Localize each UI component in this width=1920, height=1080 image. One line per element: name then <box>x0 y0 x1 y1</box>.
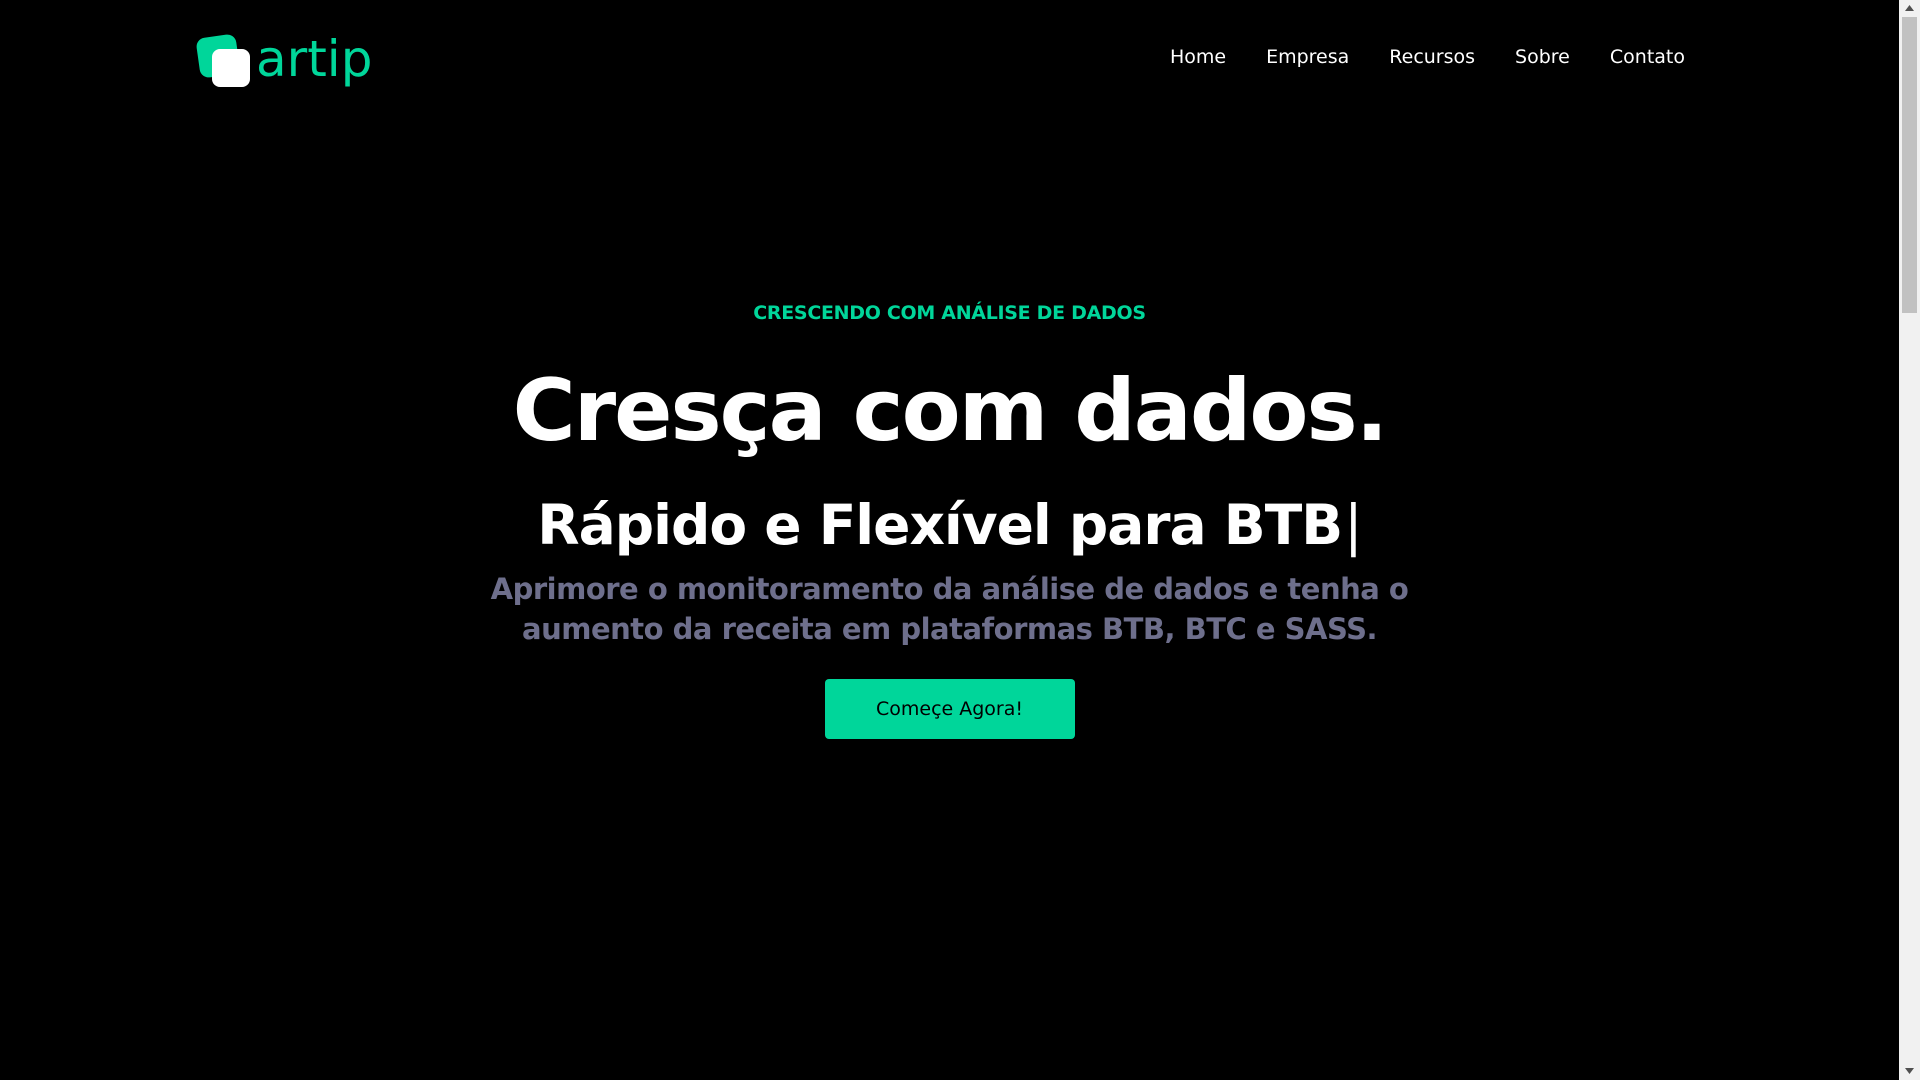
typing-cursor: | <box>1344 493 1363 557</box>
nav-item-home: Home <box>1170 46 1226 68</box>
triangle-down-icon <box>1905 1068 1914 1074</box>
logo-text: artip <box>256 30 373 88</box>
nav-link-home[interactable]: Home <box>1170 46 1226 68</box>
stacked-cards-logo-icon <box>195 33 252 89</box>
hero-eyebrow: CRESCENDO COM ANÁLISE DE DADOS <box>753 302 1146 324</box>
logo-link[interactable]: artip <box>195 30 373 91</box>
vertical-scrollbar[interactable] <box>1899 0 1920 1080</box>
nav-item-contato: Contato <box>1610 46 1685 68</box>
get-started-button[interactable]: Começe Agora! <box>824 679 1075 739</box>
logo-front-card <box>212 49 250 87</box>
scroll-up-arrow[interactable] <box>1899 0 1920 17</box>
scroll-down-arrow[interactable] <box>1899 1063 1920 1080</box>
hero-subtitle: Aprimore o monitoramento da análise de d… <box>490 572 1409 646</box>
nav-link-recursos[interactable]: Recursos <box>1389 46 1475 68</box>
scrollbar-thumb[interactable] <box>1902 17 1917 313</box>
typed-text: Rápido e Flexível para BTB <box>537 493 1343 557</box>
nav-menu: Home Empresa Recursos Sobre Contato <box>1170 46 1685 68</box>
nav-item-sobre: Sobre <box>1515 46 1570 68</box>
hero-typed-line: Rápido e Flexível para BTB| <box>0 498 1899 553</box>
nav-link-contato[interactable]: Contato <box>1610 46 1685 68</box>
nav-item-recursos: Recursos <box>1389 46 1475 68</box>
nav-item-empresa: Empresa <box>1266 46 1349 68</box>
hero-headline: Cresça com dados. <box>512 361 1389 461</box>
nav-link-sobre[interactable]: Sobre <box>1515 46 1570 68</box>
navbar: artip Home Empresa Recursos Sobre Contat… <box>0 0 1899 122</box>
triangle-up-icon <box>1905 5 1914 11</box>
hero-section: CRESCENDO COM ANÁLISE DE DADOS Cresça co… <box>0 290 1899 739</box>
page-viewport: artip Home Empresa Recursos Sobre Contat… <box>0 0 1899 1080</box>
nav-link-empresa[interactable]: Empresa <box>1266 46 1349 68</box>
